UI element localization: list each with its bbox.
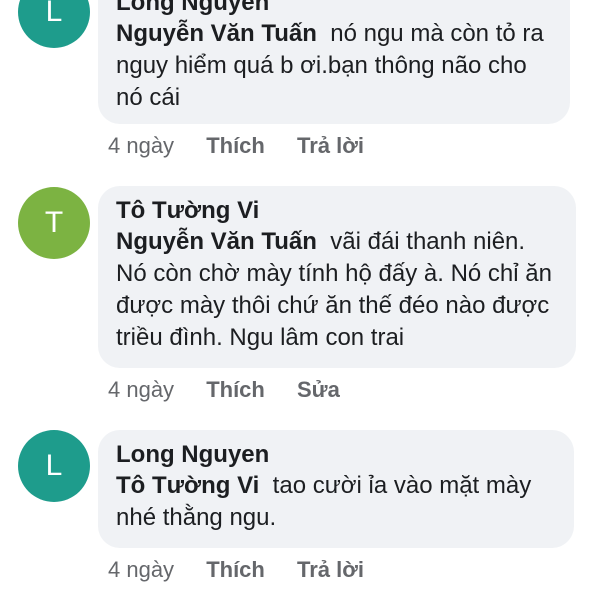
avatar[interactable]: L: [18, 0, 90, 48]
like-button[interactable]: Thích: [206, 376, 265, 404]
mention-link[interactable]: Nguyễn Văn Tuấn: [116, 20, 317, 47]
comment-time[interactable]: 4 ngày: [108, 556, 174, 584]
comment-text: Nguyễn Văn Tuấn nó ngu mà còn tỏ ra nguy…: [116, 18, 552, 114]
comment-author[interactable]: Long Nguyen: [116, 0, 552, 18]
like-button[interactable]: Thích: [206, 132, 265, 160]
comment-author[interactable]: Tô Tường Vi: [116, 196, 558, 226]
comment-actions: 4 ngày Thích Trả lời: [108, 132, 390, 160]
comment-author[interactable]: Long Nguyen: [116, 440, 556, 470]
mention-link[interactable]: Nguyễn Văn Tuấn: [116, 228, 317, 255]
edit-button[interactable]: Sửa: [297, 376, 340, 404]
mention-link[interactable]: Tô Tường Vi: [116, 472, 259, 499]
comment-bubble: Long Nguyen Nguyễn Văn Tuấn nó ngu mà cò…: [98, 0, 570, 124]
comment-bubble: Long Nguyen Tô Tường Vi tao cười ỉa vào …: [98, 430, 574, 548]
like-button[interactable]: Thích: [206, 556, 265, 584]
comment-actions: 4 ngày Thích Trả lời: [108, 556, 390, 584]
reply-button[interactable]: Trả lời: [297, 132, 364, 160]
comment-bubble: Tô Tường Vi Nguyễn Văn Tuấn vãi đái than…: [98, 186, 576, 368]
comment-text: Nguyễn Văn Tuấn vãi đái thanh niên. Nó c…: [116, 226, 558, 354]
avatar[interactable]: T: [18, 187, 90, 259]
comment-time[interactable]: 4 ngày: [108, 132, 174, 160]
comment-text: Tô Tường Vi tao cười ỉa vào mặt mày nhé …: [116, 470, 556, 534]
comment-time[interactable]: 4 ngày: [108, 376, 174, 404]
comment-actions: 4 ngày Thích Sửa: [108, 376, 366, 404]
reply-button[interactable]: Trả lời: [297, 556, 364, 584]
avatar[interactable]: L: [18, 430, 90, 502]
